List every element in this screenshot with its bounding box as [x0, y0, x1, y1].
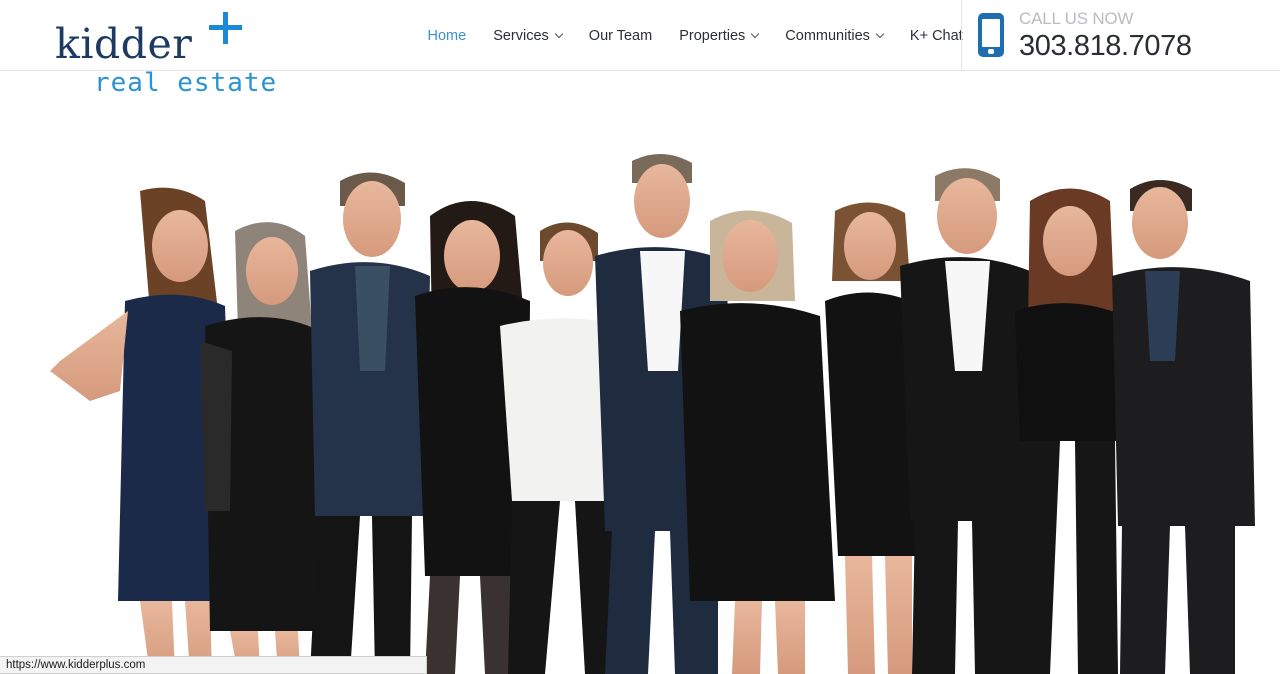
- call-us-label: CALL US NOW: [1019, 9, 1134, 28]
- nav-home-label: Home: [427, 27, 467, 44]
- phone-number[interactable]: 303.818.7078: [1019, 30, 1192, 63]
- team-photo: [0, 71, 1280, 674]
- nav-home[interactable]: Home: [414, 0, 480, 71]
- logo-wordmark: kidder: [55, 20, 193, 68]
- nav-communities-label: Communities: [785, 27, 870, 44]
- nav-our-team-label: Our Team: [588, 27, 653, 44]
- nav-services[interactable]: Services: [480, 0, 576, 71]
- nav-communities[interactable]: Communities: [772, 0, 897, 71]
- chevron-down-icon: [751, 29, 760, 38]
- plus-icon: [207, 10, 243, 46]
- mobile-phone-icon: [978, 13, 1004, 57]
- nav-k-chat-label: K+ Chat: [909, 27, 963, 44]
- site-logo[interactable]: kidder real estate: [52, 6, 282, 98]
- browser-status-bar: https://www.kidderplus.com: [0, 656, 427, 674]
- logo-tagline: real estate: [94, 68, 278, 98]
- main-nav: Home Services Our Team Properties Commun…: [414, 0, 976, 71]
- chevron-down-icon: [554, 29, 564, 38]
- chevron-down-icon: [875, 29, 885, 38]
- nav-services-label: Services: [493, 27, 549, 44]
- nav-our-team[interactable]: Our Team: [575, 0, 665, 71]
- call-us-block[interactable]: CALL US NOW 303.818.7078: [961, 0, 1280, 71]
- team-photo-illustration: [0, 71, 1280, 674]
- nav-properties-label: Properties: [679, 27, 746, 44]
- nav-properties[interactable]: Properties: [666, 0, 772, 71]
